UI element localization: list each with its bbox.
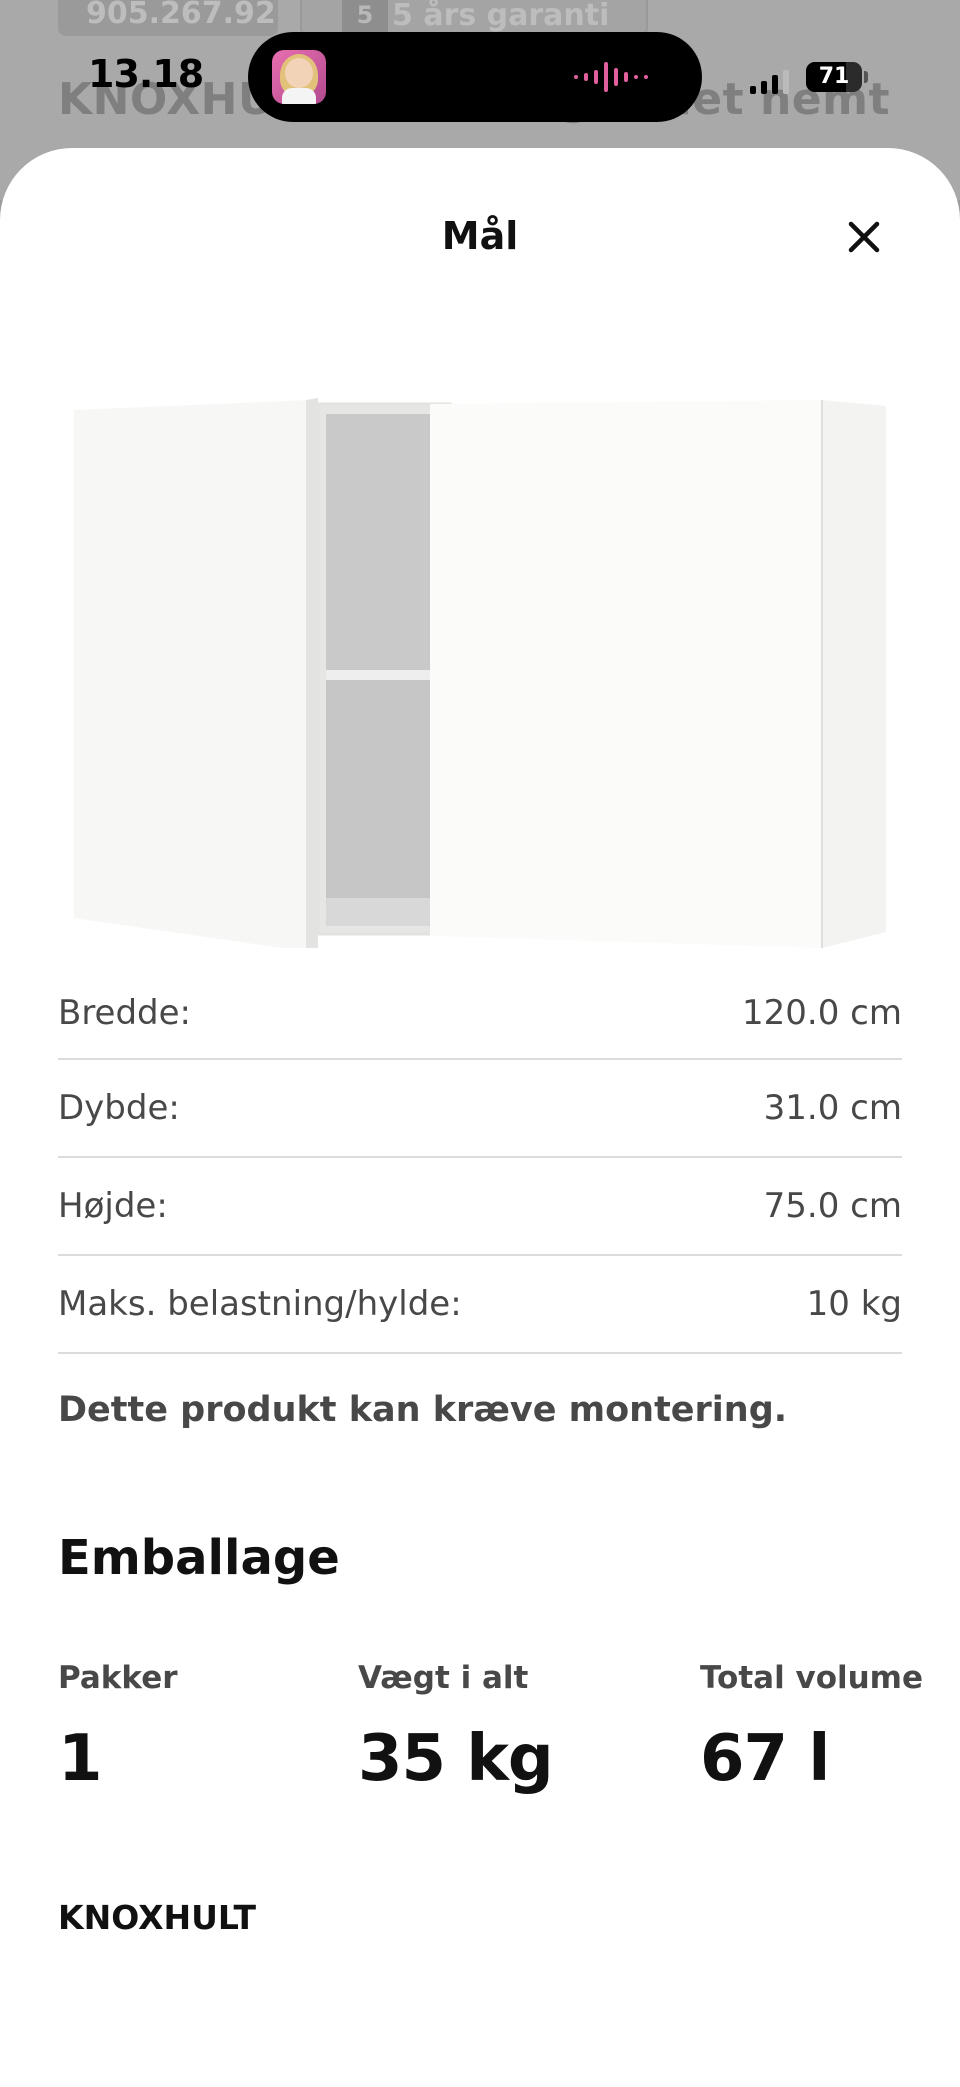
packages-label: Pakker xyxy=(58,1660,178,1696)
packages-info: Pakker 1 xyxy=(58,1660,178,1796)
dimension-value: 31.0 cm xyxy=(763,1088,902,1128)
dimension-row-max-load: Maks. belastning/hylde: 10 kg xyxy=(58,1256,902,1354)
packages-value: 1 xyxy=(58,1722,103,1796)
volume-label: Total volume xyxy=(700,1660,924,1696)
dimension-label: Maks. belastning/hylde: xyxy=(58,1284,462,1324)
battery-nub xyxy=(864,71,868,83)
weight-info: Vægt i alt 35 kg xyxy=(358,1660,554,1796)
article-number: 905.267.92 xyxy=(86,0,276,31)
close-icon xyxy=(848,221,880,253)
guarantee-years: 5 xyxy=(342,0,388,32)
dimensions-list: Bredde: 120.0 cm Dybde: 31.0 cm Højde: 7… xyxy=(58,968,902,1354)
dimensions-sheet: Mål Bredde: 120.0 cm Dybde: 31.0 cm Højd… xyxy=(0,148,960,2087)
article-number-chip: 905.267.92 xyxy=(58,0,278,36)
dimension-value: 120.0 cm xyxy=(742,993,902,1033)
product-image xyxy=(74,398,886,948)
sheet-title: Mål xyxy=(441,214,519,258)
dimension-row-depth: Dybde: 31.0 cm xyxy=(58,1060,902,1158)
battery-icon: 71 xyxy=(806,62,862,92)
battery-level: 71 xyxy=(818,64,850,89)
dimension-label: Højde: xyxy=(58,1186,168,1226)
weight-label: Vægt i alt xyxy=(358,1660,529,1696)
dimension-row-height: Højde: 75.0 cm xyxy=(58,1158,902,1256)
assembly-note: Dette produkt kan kræve montering. xyxy=(58,1390,788,1430)
dynamic-island[interactable] xyxy=(248,32,702,122)
package-product-name: KNOXHULT xyxy=(58,1898,256,1937)
volume-info: Total volume 67 l xyxy=(700,1660,923,1796)
dimension-label: Bredde: xyxy=(58,993,192,1033)
packaging-heading: Emballage xyxy=(58,1530,340,1586)
dimension-label: Dybde: xyxy=(58,1088,180,1128)
close-button[interactable] xyxy=(834,212,894,262)
dimension-row-width: Bredde: 120.0 cm xyxy=(58,968,902,1060)
audio-wave-icon xyxy=(574,59,648,95)
cellular-signal-icon xyxy=(750,70,789,94)
weight-value: 35 kg xyxy=(358,1722,554,1796)
guarantee-chip: 5 5 års garanti xyxy=(300,0,648,36)
now-playing-artwork xyxy=(272,50,326,104)
volume-value: 67 l xyxy=(700,1722,830,1796)
status-time: 13.18 xyxy=(88,52,204,96)
dimension-value: 75.0 cm xyxy=(763,1186,902,1226)
dimension-value: 10 kg xyxy=(806,1284,902,1324)
guarantee-label: 5 års garanti xyxy=(392,0,610,33)
